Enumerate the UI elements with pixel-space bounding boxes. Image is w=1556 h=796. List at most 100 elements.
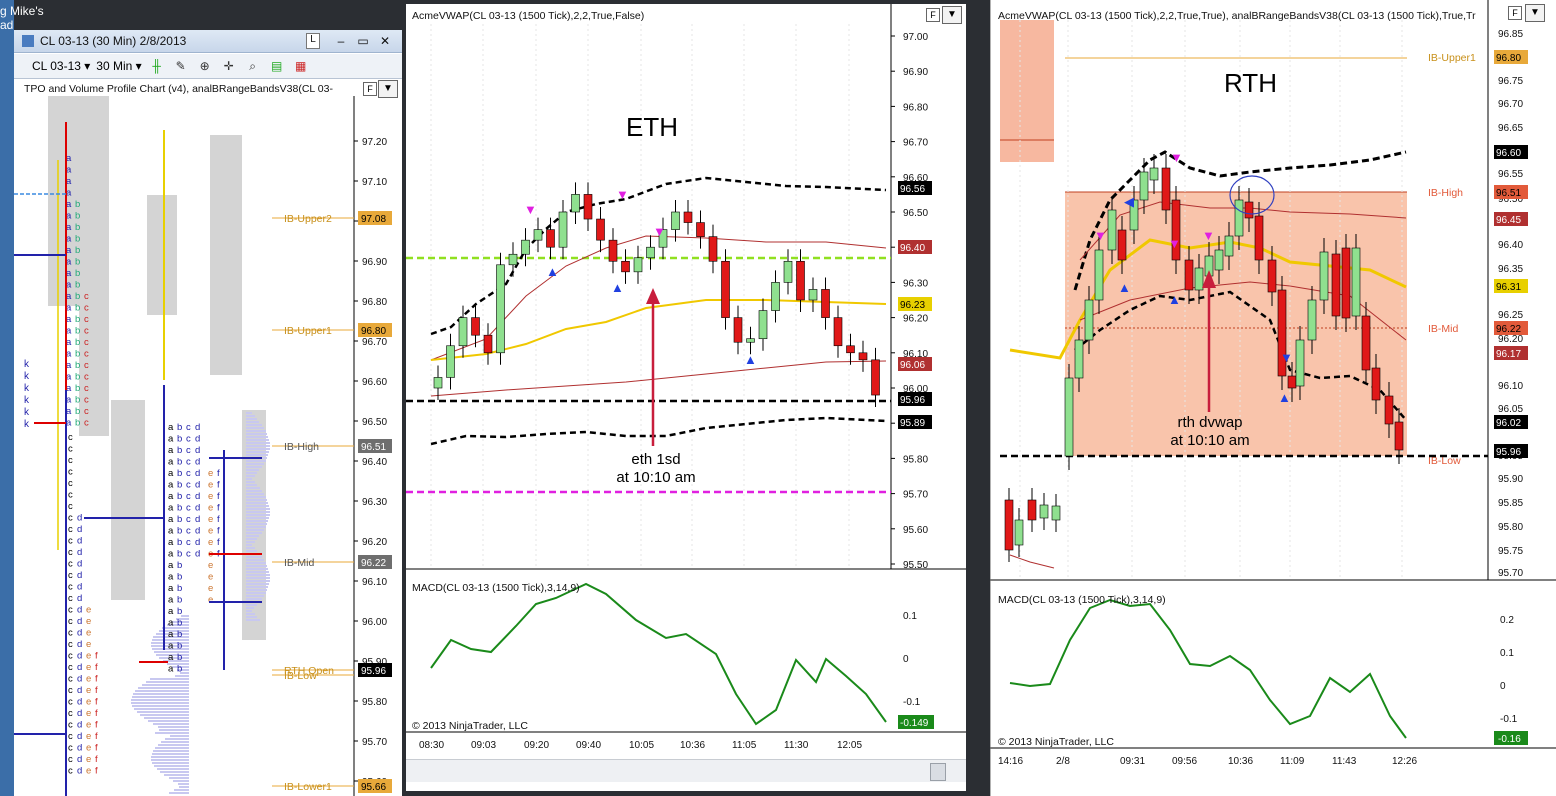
tpo-letter: a: [168, 503, 174, 514]
candle-body: [521, 239, 530, 255]
candle-body: [796, 260, 805, 301]
eth-arrow-annotation: eth 1sd at 10:10 am: [606, 451, 706, 487]
volume-profile-bar: [134, 708, 189, 710]
candle-body: [1084, 299, 1094, 341]
tpo-letter: b: [177, 606, 182, 617]
tpo-letter: c: [68, 444, 73, 455]
value-area-box: [147, 195, 177, 315]
tpo-letter: a: [168, 560, 174, 571]
candle-body: [1307, 299, 1317, 341]
tpo-letter: d: [77, 513, 82, 524]
volume-profile-bar: [246, 547, 255, 549]
volume-profile-bar: [169, 777, 189, 779]
tpo-letter: k: [24, 419, 30, 430]
tpo-letter: a: [168, 629, 174, 640]
candle-body: [546, 229, 555, 248]
volume-profile-bar: [246, 574, 270, 576]
price-tick-label: 96.80: [903, 102, 928, 113]
tpo-letter: c: [68, 685, 73, 696]
volume-profile-bar: [246, 445, 270, 447]
tpo-letter: c: [68, 616, 73, 627]
dropdown-button[interactable]: ▼: [1525, 4, 1545, 22]
candle-body: [1234, 199, 1244, 237]
tpo-letter: e: [86, 651, 91, 662]
tpo-letter: b: [75, 291, 80, 302]
candle-body: [1254, 215, 1264, 261]
price-tick-label: 96.20: [362, 537, 387, 548]
candle-body: [1149, 167, 1159, 181]
volume-profile-bar: [148, 720, 189, 722]
level-tag-value: 96.80: [361, 326, 386, 337]
tpo-letter: c: [68, 432, 73, 443]
candle-body: [1319, 251, 1329, 301]
volume-profile-bar: [133, 693, 189, 695]
tpo-letter: f: [95, 674, 98, 685]
volume-profile-bar: [246, 619, 260, 621]
volume-profile-bar: [246, 577, 270, 579]
volume-profile-bar: [246, 415, 255, 417]
price-tag-value: 96.17: [1496, 349, 1521, 360]
signal-arrow: ▼: [1170, 150, 1183, 165]
tpo-letter: f: [217, 514, 220, 525]
tpo-letter: c: [68, 501, 73, 512]
candle-body: [1117, 229, 1127, 261]
volume-profile-bar: [246, 508, 270, 510]
volume-profile-bar: [246, 481, 255, 483]
volume-profile-bar: [246, 487, 260, 489]
time-tick-label: 10:36: [1228, 756, 1253, 767]
tpo-letter: c: [84, 395, 89, 406]
tpo-letter: d: [77, 547, 82, 558]
tpo-letter: e: [86, 697, 91, 708]
f-button[interactable]: F: [1508, 6, 1522, 20]
volume-profile-bar: [246, 568, 268, 570]
tpo-letter: c: [68, 455, 73, 466]
tpo-letter: b: [75, 314, 80, 325]
candle-body: [858, 352, 868, 361]
tpo-letter: b: [177, 468, 182, 479]
volume-profile-bar: [246, 499, 267, 501]
tpo-letter: k: [24, 359, 30, 370]
volume-profile-bar: [153, 723, 189, 725]
tpo-letter: a: [168, 445, 174, 456]
candle-body: [571, 194, 580, 213]
candle-body: [746, 338, 755, 343]
candle-body: [1139, 171, 1149, 201]
tpo-letter: f: [217, 537, 220, 548]
volume-profile-bar: [161, 741, 189, 743]
desktop-left-strip: [0, 0, 14, 796]
eth-scrollbar[interactable]: [406, 759, 966, 782]
scroll-thumb[interactable]: [930, 763, 946, 781]
candle-body: [1341, 247, 1351, 319]
candle-body: [583, 194, 593, 220]
tpo-letter: b: [177, 457, 182, 468]
level-tag-value: 96.22: [1496, 324, 1521, 335]
volume-profile-bar: [246, 427, 264, 429]
candle-body: [621, 260, 630, 273]
candle-body: [1384, 395, 1394, 425]
tpo-letter: b: [75, 337, 80, 348]
volume-profile-bar: [175, 675, 189, 677]
tpo-letter: c: [84, 372, 89, 383]
signal-arrow: ◀: [1124, 194, 1134, 209]
tpo-letter: c: [84, 326, 89, 337]
tpo-letter: c: [68, 570, 73, 581]
price-tick-label: 95.90: [1498, 474, 1523, 485]
signal-arrow: ▼: [616, 187, 629, 202]
price-tick-label: 96.75: [1498, 76, 1523, 87]
tpo-letter: a: [168, 514, 174, 525]
macd-tick-label: 0.2: [1500, 615, 1514, 626]
price-tick-label: 96.25: [1498, 310, 1523, 321]
tpo-letter: b: [177, 560, 182, 571]
volume-profile-bar: [246, 478, 252, 480]
level-tag-value: 96.80: [1496, 53, 1521, 64]
tpo-letter: c: [84, 314, 89, 325]
candle-body: [808, 289, 818, 301]
price-tag-value: 95.96: [1496, 447, 1521, 458]
tpo-letter: a: [168, 468, 174, 479]
volume-profile-bar: [246, 532, 262, 534]
volume-profile-bar: [179, 786, 189, 788]
tpo-letter: b: [177, 503, 182, 514]
candle-body: [446, 345, 455, 378]
tpo-letter: b: [75, 406, 80, 417]
tpo-letter: d: [195, 480, 200, 491]
